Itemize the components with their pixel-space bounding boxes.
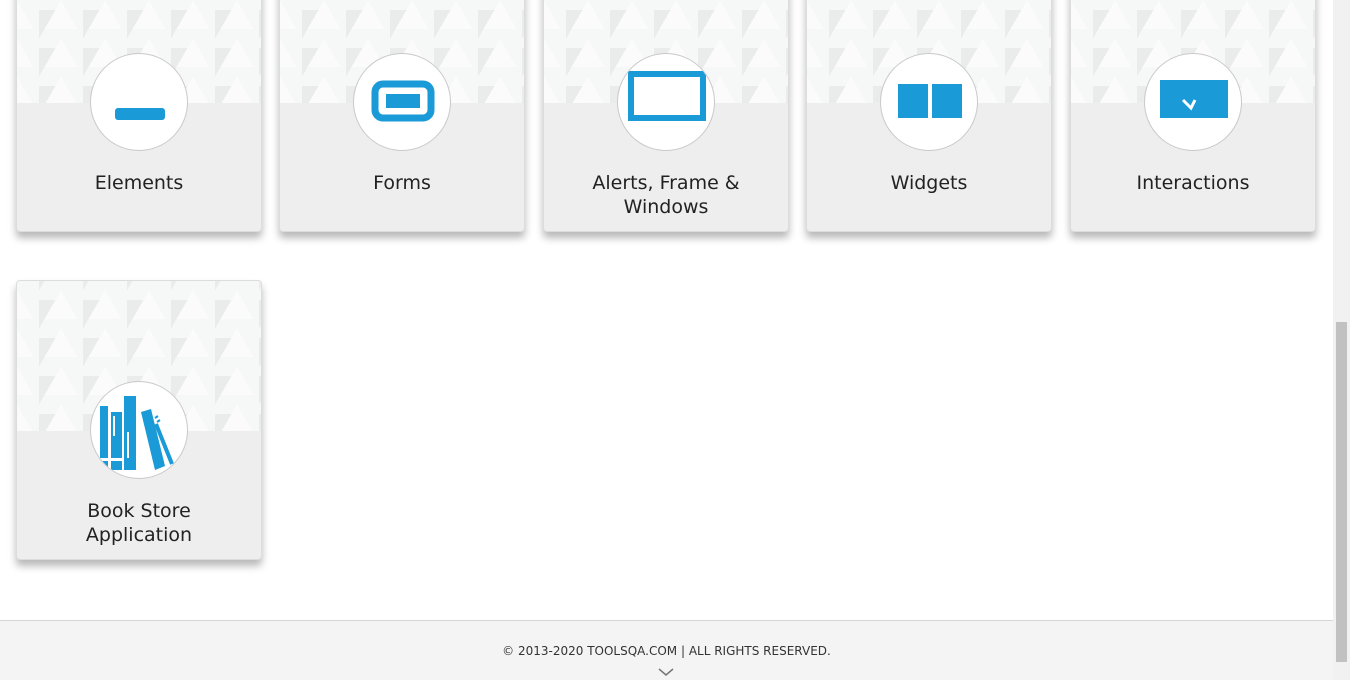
- vertical-scrollbar[interactable]: [1333, 0, 1350, 680]
- card-title: Interactions: [1136, 172, 1250, 194]
- card-title: Forms: [373, 172, 431, 194]
- interactions-icon: [1144, 53, 1242, 151]
- card-title: Elements: [94, 172, 184, 194]
- widgets-icon: [880, 53, 978, 151]
- category-card-widgets[interactable]: Widgets: [806, 0, 1052, 232]
- card-title: Alerts, Frame & Windows: [592, 172, 740, 218]
- book-store-icon: [90, 381, 188, 479]
- category-card-interactions[interactable]: Interactions: [1070, 0, 1316, 232]
- category-card-book-store-application[interactable]: Book Store Application: [16, 280, 262, 560]
- chevron-down-icon[interactable]: [658, 667, 674, 677]
- elements-icon: [90, 53, 188, 151]
- category-card-forms[interactable]: Forms: [279, 0, 525, 232]
- card-title: Book Store Application: [85, 500, 193, 546]
- category-card-alerts-frame-windows[interactable]: Alerts, Frame & Windows: [543, 0, 789, 232]
- copyright-text: © 2013-2020 TOOLSQA.COM | ALL RIGHTS RES…: [502, 644, 831, 658]
- forms-icon: [353, 53, 451, 151]
- footer: © 2013-2020 TOOLSQA.COM | ALL RIGHTS RES…: [0, 620, 1333, 680]
- main-content: Elements Forms Alerts, Frame & Windows W…: [0, 0, 1333, 680]
- scrollbar-thumb[interactable]: [1336, 322, 1347, 662]
- card-title: Widgets: [890, 172, 968, 194]
- category-card-elements[interactable]: Elements: [16, 0, 262, 232]
- alerts-frame-windows-icon: [617, 53, 715, 151]
